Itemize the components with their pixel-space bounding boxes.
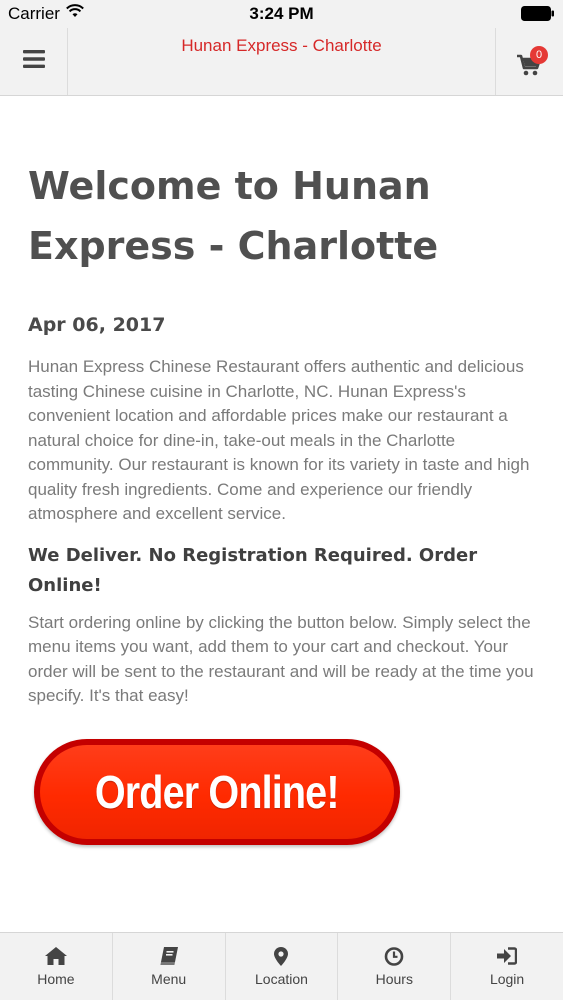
tab-hours[interactable]: Hours xyxy=(338,933,452,1000)
status-bar: Carrier 3:24 PM xyxy=(0,0,563,28)
app-header: Hunan Express - Charlotte 0 xyxy=(0,28,563,96)
ordering-instructions: Start ordering online by clicking the bu… xyxy=(28,612,534,706)
map-marker-icon xyxy=(274,947,289,971)
clock-icon xyxy=(384,947,404,971)
delivery-heading: We Deliver. No Registration Required. Or… xyxy=(28,544,478,596)
tab-location[interactable]: Location xyxy=(226,933,339,1000)
bottom-tab-bar: Home Menu Location Hours Login xyxy=(0,932,563,1000)
post-date: Apr 06, 2017 xyxy=(28,314,166,336)
status-time: 3:24 PM xyxy=(249,4,314,23)
order-online-button-face: Order Online! xyxy=(40,745,394,839)
tab-home-label: Home xyxy=(37,971,75,987)
menu-button[interactable] xyxy=(0,28,68,95)
page-title: Welcome to Hunan Express - Charlotte xyxy=(28,164,439,268)
main-content: Welcome to Hunan Express - Charlotte Apr… xyxy=(28,96,538,709)
order-online-button[interactable]: Order Online! xyxy=(34,739,400,845)
intro-paragraph: Hunan Express Chinese Restaurant offers … xyxy=(28,357,530,523)
tab-location-label: Location xyxy=(255,971,308,987)
cart-count-badge: 0 xyxy=(530,46,548,64)
order-online-label: Order Online! xyxy=(95,766,340,818)
sign-in-icon xyxy=(497,947,518,970)
cart-button[interactable]: 0 xyxy=(495,28,563,95)
home-icon xyxy=(44,947,67,970)
book-icon xyxy=(159,947,179,971)
tab-home[interactable]: Home xyxy=(0,933,113,1000)
tab-hours-label: Hours xyxy=(375,971,413,987)
tab-login[interactable]: Login xyxy=(451,933,563,1000)
hamburger-icon xyxy=(22,50,45,73)
tab-login-label: Login xyxy=(489,971,525,987)
tab-menu[interactable]: Menu xyxy=(113,933,226,1000)
battery-icon xyxy=(521,6,555,26)
tab-menu-label: Menu xyxy=(151,971,187,987)
header-title: Hunan Express - Charlotte xyxy=(181,36,382,55)
